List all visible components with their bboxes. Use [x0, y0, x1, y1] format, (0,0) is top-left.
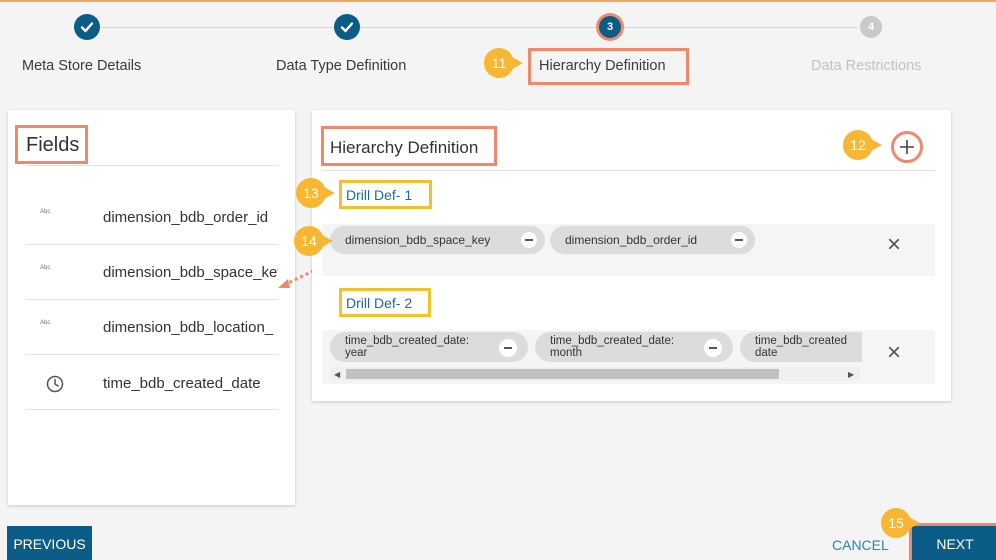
step-connector [100, 27, 334, 28]
field-item[interactable]: Abc dimension_bdb_order_id [26, 203, 278, 245]
callout-15: 15 [881, 508, 920, 538]
chip-label: dimension_bdb_space_key [345, 233, 491, 247]
highlight-box [339, 180, 432, 209]
hierarchy-chip[interactable]: dimension_bdb_order_id [550, 226, 755, 254]
remove-icon[interactable] [704, 339, 722, 357]
callout-13: 13 [296, 178, 335, 208]
chip-label: time_bdb_created_date: year [345, 335, 470, 359]
field-item[interactable]: Abc dimension_bdb_location_ [26, 300, 278, 355]
step-2-check-icon[interactable] [334, 14, 360, 40]
divider [26, 165, 278, 166]
step-label-data-restrictions[interactable]: Data Restrictions [811, 58, 921, 74]
step-connector [622, 27, 858, 28]
text-type-icon: Abc [40, 209, 51, 215]
step-4-number[interactable]: 4 [860, 16, 882, 38]
highlight-box [339, 288, 431, 317]
chip-label: dimension_bdb_order_id [565, 233, 698, 247]
step-1-check-icon[interactable] [74, 14, 100, 40]
next-button[interactable]: NEXT [912, 526, 996, 560]
step-3-number[interactable]: 3 [599, 16, 621, 38]
hierarchy-chip[interactable]: time_bdb_created_date: year [330, 332, 528, 362]
field-name: dimension_bdb_order_id [103, 209, 269, 226]
close-icon[interactable]: × [887, 341, 901, 365]
field-item[interactable]: Abc dimension_bdb_space_key [26, 245, 278, 300]
remove-icon[interactable] [731, 232, 747, 248]
remove-icon[interactable] [499, 339, 517, 357]
horizontal-scrollbar[interactable]: ◀ ▶ [330, 367, 860, 381]
field-item[interactable]: time_bdb_created_date [26, 355, 278, 410]
chip-label: time_bdb_created_date: month [550, 335, 675, 359]
close-icon[interactable]: × [887, 233, 901, 257]
hierarchy-chip[interactable]: time_bdb_created_date: month [535, 332, 733, 362]
field-name: dimension_bdb_space_key [103, 264, 278, 281]
step-connector [360, 27, 596, 28]
chip-label: time_bdb_created date [755, 335, 848, 359]
top-accent-line [0, 0, 996, 2]
field-name: time_bdb_created_date [103, 375, 261, 392]
callout-12: 12 [843, 130, 882, 160]
add-drill-button[interactable] [891, 131, 923, 163]
callout-14: 14 [294, 226, 333, 256]
highlight-box [15, 125, 88, 164]
divider [322, 170, 935, 171]
step-label-meta-store[interactable]: Meta Store Details [22, 58, 141, 74]
hierarchy-chip[interactable]: dimension_bdb_space_key [330, 226, 545, 254]
field-name: dimension_bdb_location_ [103, 319, 274, 336]
hierarchy-chip[interactable]: time_bdb_created date [740, 332, 862, 362]
remove-icon[interactable] [521, 232, 537, 248]
previous-button[interactable]: PREVIOUS [7, 526, 92, 560]
highlight-box [321, 126, 497, 166]
clock-icon [46, 375, 64, 398]
text-type-icon: Abc [40, 320, 51, 326]
highlight-box [528, 48, 689, 85]
callout-11: 11 [484, 48, 523, 78]
scroll-left-icon[interactable]: ◀ [334, 370, 340, 379]
step-label-data-type[interactable]: Data Type Definition [276, 58, 406, 74]
text-type-icon: Abc [40, 265, 51, 271]
plus-icon [900, 140, 914, 154]
scrollbar-thumb[interactable] [346, 369, 779, 379]
cancel-button[interactable]: CANCEL [832, 537, 889, 553]
scroll-right-icon[interactable]: ▶ [848, 370, 854, 379]
